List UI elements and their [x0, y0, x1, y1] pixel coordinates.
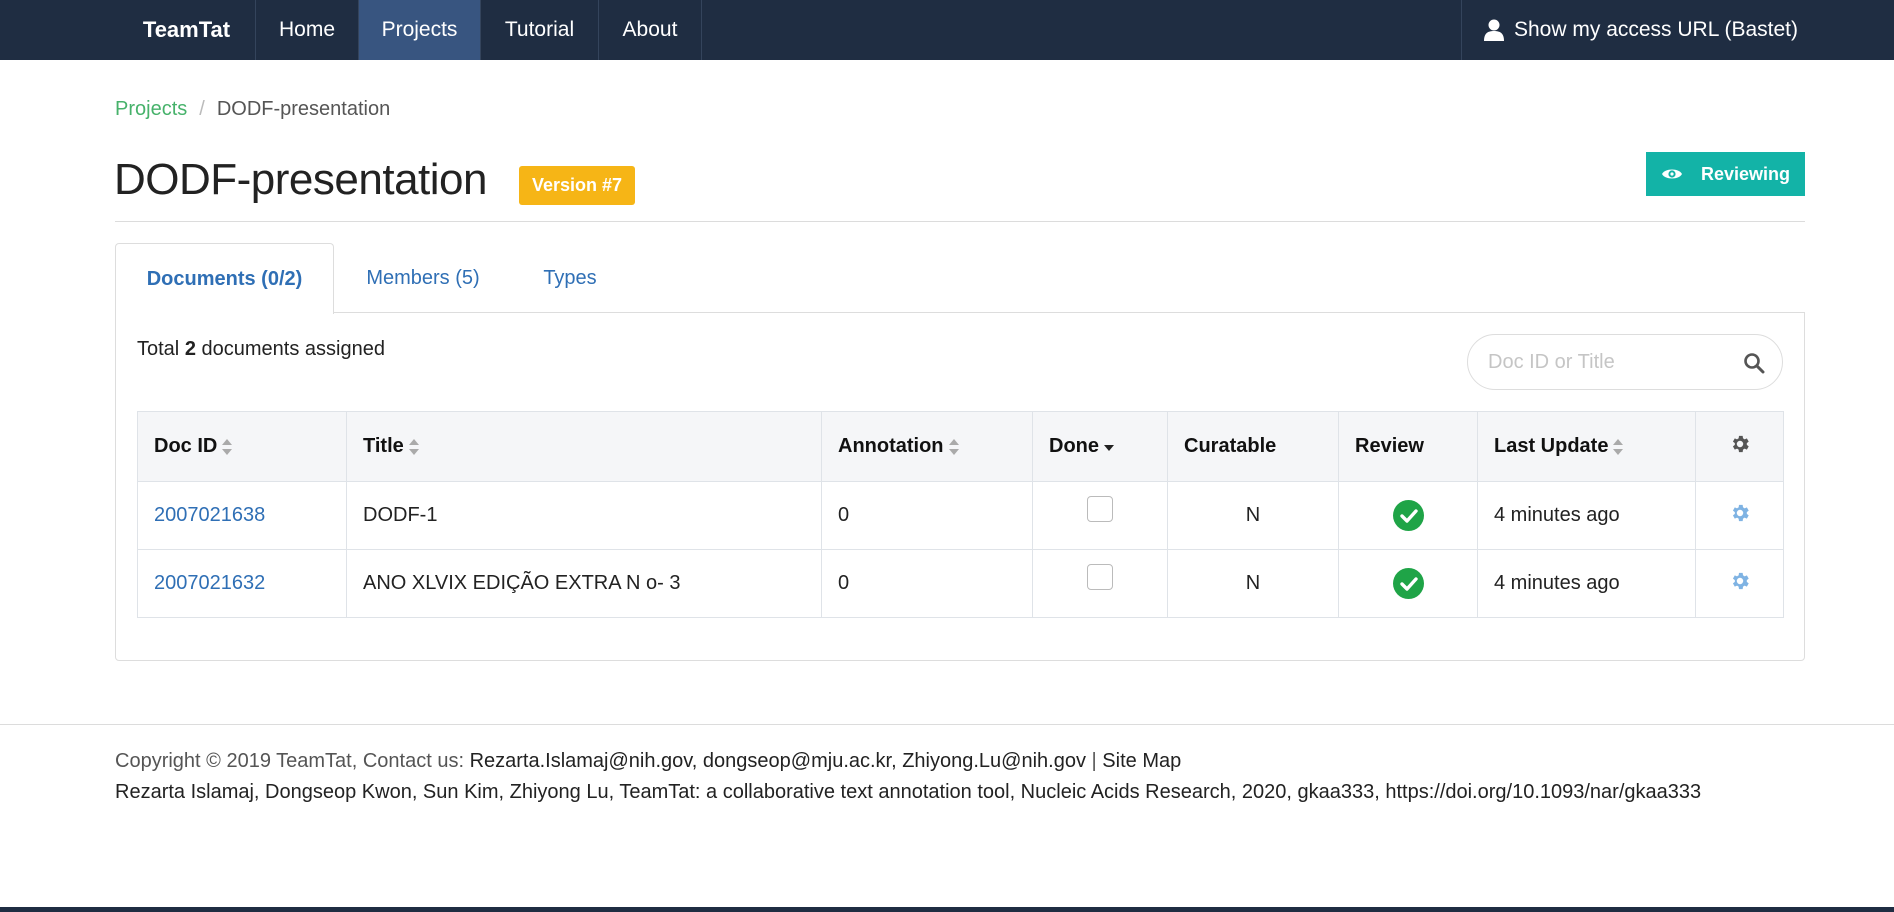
annotation-header-label: Annotation — [838, 435, 944, 457]
last-update-value: 4 minutes ago — [1477, 481, 1696, 550]
sort-icon — [222, 438, 233, 455]
search-box — [1467, 334, 1783, 390]
nav-tutorial[interactable]: Tutorial — [480, 0, 598, 60]
footer-divider — [0, 724, 1894, 725]
col-header-annotation[interactable]: Annotation — [821, 411, 1033, 482]
breadcrumb-projects-link[interactable]: Projects — [115, 98, 187, 120]
tab-types[interactable]: Types — [527, 243, 613, 313]
top-navbar: TeamTat Home Projects Tutorial About Sho… — [0, 0, 1894, 60]
nav-about[interactable]: About — [598, 0, 702, 60]
last-update-value: 4 minutes ago — [1477, 549, 1696, 618]
documents-table: Doc ID Title Annotation Done Curatable R… — [137, 411, 1784, 618]
user-icon — [1484, 19, 1504, 41]
bottom-bar — [0, 907, 1894, 912]
table-row: 2007021632 ANO XLVIX EDIÇÃO EXTRA N o- 3… — [137, 549, 1784, 618]
curatable-value: N — [1167, 549, 1339, 618]
version-badge: Version #7 — [519, 166, 635, 205]
doc-id-header-label: Doc ID — [154, 435, 218, 457]
reviewing-label: Reviewing — [1700, 163, 1791, 184]
brand-logo[interactable]: TeamTat — [118, 0, 255, 60]
doc-id-link[interactable]: 2007021632 — [154, 572, 265, 594]
footer-contact-emails[interactable]: Rezarta.Islamaj@nih.gov, dongseop@mju.ac… — [470, 750, 1086, 772]
sort-icon — [1613, 438, 1624, 455]
total-documents-text: Total 2 documents assigned — [137, 338, 385, 361]
breadcrumb: Projects / DODF-presentation — [115, 98, 390, 121]
search-input[interactable] — [1488, 335, 1728, 389]
annotation-count: 0 — [821, 481, 1033, 550]
sort-icon — [948, 438, 959, 455]
total-prefix: Total — [137, 338, 180, 360]
reviewing-button[interactable]: Reviewing — [1646, 152, 1805, 196]
total-suffix: documents assigned — [201, 338, 385, 360]
sort-desc-icon — [1104, 444, 1114, 451]
doc-id-link[interactable]: 2007021638 — [154, 504, 265, 526]
doc-title: ANO XLVIX EDIÇÃO EXTRA N o- 3 — [346, 549, 822, 618]
tab-members[interactable]: Members (5) — [346, 243, 500, 313]
row-settings-gear-icon[interactable] — [1729, 570, 1751, 592]
title-header-label: Title — [363, 435, 404, 457]
curatable-value: N — [1167, 481, 1339, 550]
table-header-row: Doc ID Title Annotation Done Curatable R… — [137, 411, 1784, 482]
title-divider — [115, 221, 1805, 222]
done-checkbox[interactable] — [1087, 495, 1113, 522]
access-url-link[interactable]: Show my access URL (Bastet) — [1461, 0, 1894, 60]
page-title: DODF-presentation — [114, 155, 487, 204]
eye-icon — [1661, 169, 1682, 179]
col-header-done[interactable]: Done — [1032, 411, 1168, 482]
doc-title: DODF-1 — [346, 481, 822, 550]
nav-home[interactable]: Home — [255, 0, 358, 60]
review-check-icon — [1392, 500, 1424, 531]
table-row: 2007021638 DODF-1 0 N 4 minutes ago — [137, 481, 1784, 550]
col-header-settings[interactable] — [1695, 411, 1784, 482]
col-header-title[interactable]: Title — [346, 411, 822, 482]
footer-pipe: | — [1091, 750, 1097, 772]
breadcrumb-separator: / — [199, 98, 205, 120]
annotation-count: 0 — [821, 549, 1033, 618]
done-header-label: Done — [1049, 435, 1099, 457]
footer-citation: Rezarta Islamaj, Dongseop Kwon, Sun Kim,… — [115, 781, 1702, 803]
access-url-label: Show my access URL (Bastet) — [1514, 18, 1798, 41]
total-count: 2 — [184, 338, 196, 360]
col-header-review: Review — [1338, 411, 1478, 482]
footer-sitemap-link[interactable]: Site Map — [1102, 750, 1181, 772]
col-header-curatable: Curatable — [1167, 411, 1339, 482]
tab-documents[interactable]: Documents (0/2) — [115, 243, 334, 314]
col-header-last-update[interactable]: Last Update — [1477, 411, 1696, 482]
done-checkbox[interactable] — [1087, 563, 1113, 590]
review-check-icon — [1392, 568, 1424, 599]
gear-icon — [1732, 435, 1749, 452]
row-settings-gear-icon[interactable] — [1729, 502, 1751, 524]
nav-projects[interactable]: Projects — [358, 0, 480, 60]
footer-contact-line: Copyright © 2019 TeamTat, Contact us: Re… — [115, 750, 1181, 773]
last-update-header-label: Last Update — [1494, 435, 1609, 457]
breadcrumb-current: DODF-presentation — [216, 98, 391, 120]
sort-icon — [408, 438, 419, 455]
col-header-doc-id[interactable]: Doc ID — [137, 411, 347, 482]
footer-copyright: Copyright © 2019 TeamTat, Contact us: — [115, 750, 464, 772]
search-icon[interactable] — [1743, 352, 1765, 374]
